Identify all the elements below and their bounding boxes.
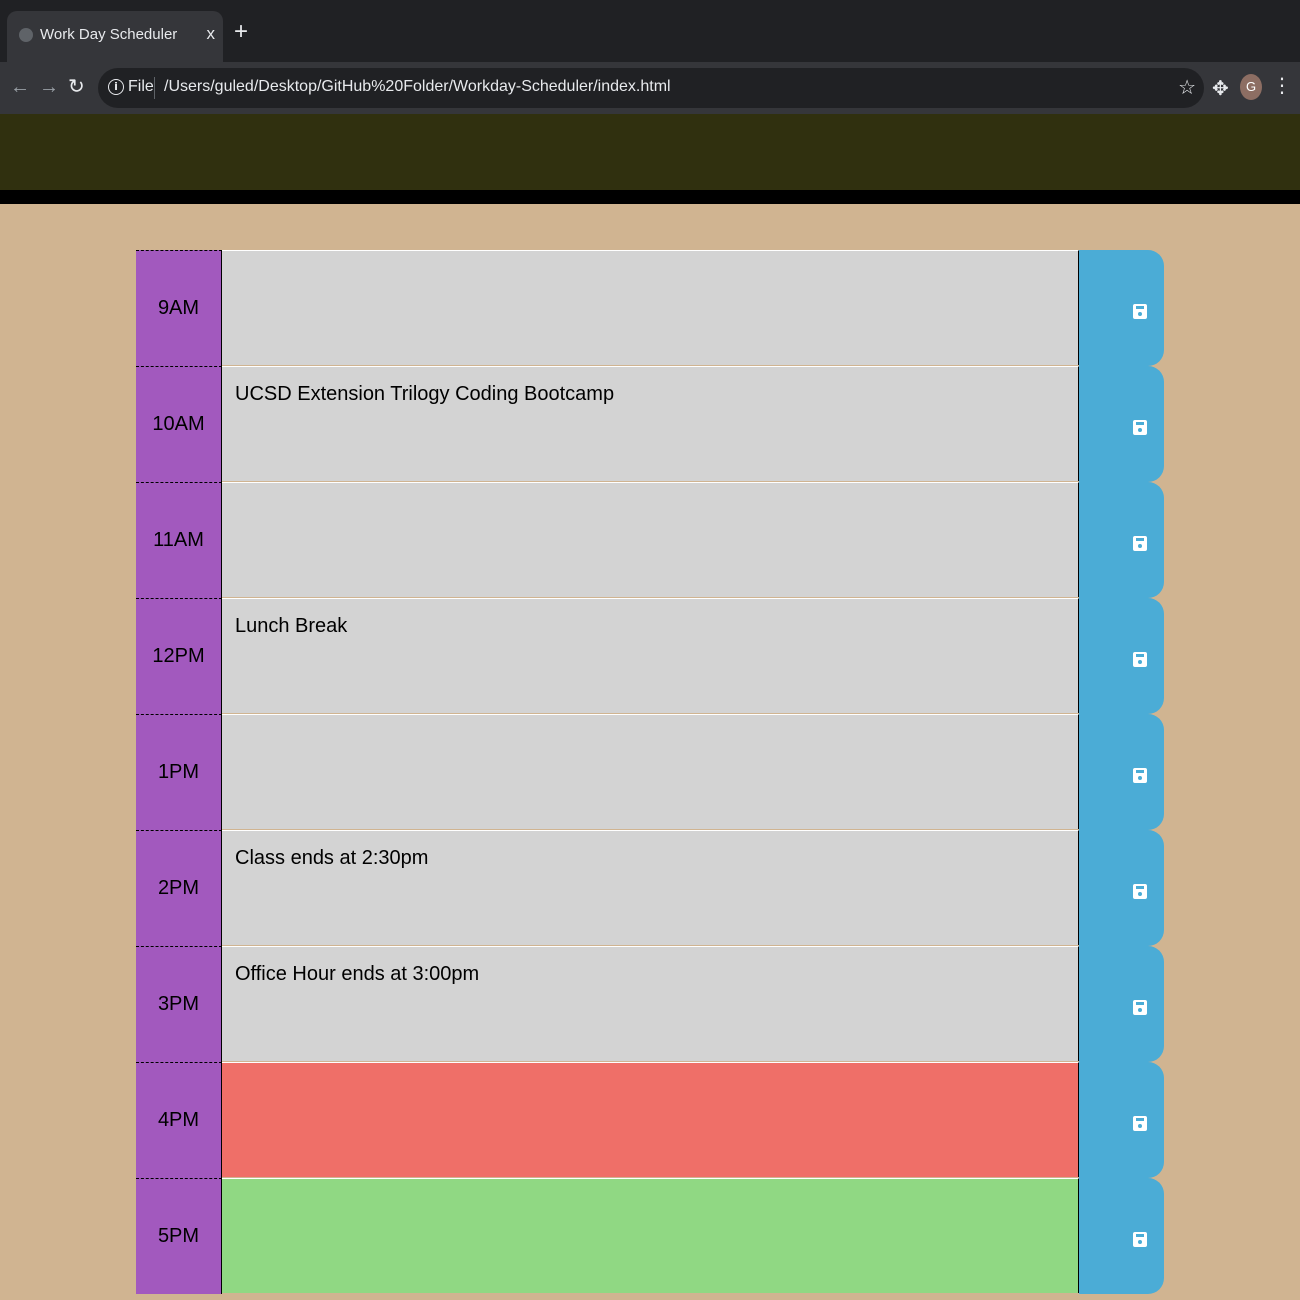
save-icon bbox=[1133, 1000, 1147, 1015]
event-description[interactable] bbox=[222, 1062, 1079, 1177]
time-block-row: 3PM Office Hour ends at 3:00pm bbox=[136, 946, 1166, 1062]
profile-avatar[interactable]: G bbox=[1240, 74, 1262, 100]
time-block-row: 2PM Class ends at 2:30pm bbox=[136, 830, 1166, 946]
save-button[interactable] bbox=[1079, 830, 1164, 946]
browser-tab-bar: Work Day Scheduler x + bbox=[0, 0, 1300, 62]
browser-toolbar: ← → ↻ i File /Users/guled/Desktop/GitHub… bbox=[0, 62, 1300, 114]
event-description[interactable]: Office Hour ends at 3:00pm bbox=[222, 946, 1079, 1061]
event-description[interactable]: UCSD Extension Trilogy Coding Bootcamp bbox=[222, 366, 1079, 481]
header-border bbox=[0, 190, 1300, 204]
time-block-row: 12PM Lunch Break bbox=[136, 598, 1166, 714]
event-description[interactable]: Class ends at 2:30pm bbox=[222, 830, 1079, 945]
hour-label: 3PM bbox=[136, 946, 222, 1062]
time-block-row: 11AM bbox=[136, 482, 1166, 598]
hour-label: 12PM bbox=[136, 598, 222, 714]
save-button[interactable] bbox=[1079, 598, 1164, 714]
forward-arrow-icon[interactable]: → bbox=[39, 76, 59, 98]
event-description[interactable] bbox=[222, 250, 1079, 365]
extensions-puzzle-icon[interactable]: ✥ bbox=[1212, 76, 1229, 101]
new-tab-icon[interactable]: + bbox=[234, 20, 248, 44]
time-block-row: 1PM bbox=[136, 714, 1166, 830]
save-icon bbox=[1133, 768, 1147, 783]
save-icon bbox=[1133, 304, 1147, 319]
hour-label: 5PM bbox=[136, 1178, 222, 1294]
tab-close-icon[interactable]: x bbox=[207, 24, 216, 44]
url-scheme: File bbox=[128, 78, 154, 95]
save-button[interactable] bbox=[1079, 482, 1164, 598]
save-button[interactable] bbox=[1079, 366, 1164, 482]
save-icon bbox=[1133, 1116, 1147, 1131]
event-description[interactable] bbox=[222, 482, 1079, 597]
address-bar[interactable]: i File /Users/guled/Desktop/GitHub%20Fol… bbox=[98, 68, 1204, 108]
save-icon bbox=[1133, 420, 1147, 435]
save-icon bbox=[1133, 1232, 1147, 1247]
back-arrow-icon[interactable]: ← bbox=[10, 76, 30, 98]
address-divider bbox=[154, 77, 155, 99]
time-block-row: 4PM bbox=[136, 1062, 1166, 1178]
hour-label: 4PM bbox=[136, 1062, 222, 1178]
menu-kebab-icon[interactable]: ⋮ bbox=[1272, 73, 1292, 98]
save-button[interactable] bbox=[1079, 946, 1164, 1062]
tab-title: Work Day Scheduler bbox=[40, 26, 178, 43]
save-button[interactable] bbox=[1079, 1178, 1164, 1294]
time-block-row: 5PM bbox=[136, 1178, 1166, 1294]
bookmark-star-icon[interactable]: ☆ bbox=[1178, 75, 1196, 100]
event-description[interactable]: Lunch Break bbox=[222, 598, 1079, 713]
reload-icon[interactable]: ↻ bbox=[68, 76, 85, 98]
save-icon bbox=[1133, 884, 1147, 899]
url-text[interactable]: /Users/guled/Desktop/GitHub%20Folder/Wor… bbox=[164, 78, 671, 96]
time-block-row: 10AM UCSD Extension Trilogy Coding Bootc… bbox=[136, 366, 1166, 482]
save-button[interactable] bbox=[1079, 714, 1164, 830]
info-icon[interactable]: i bbox=[108, 79, 124, 95]
save-button[interactable] bbox=[1079, 250, 1164, 366]
event-description[interactable] bbox=[222, 714, 1079, 829]
hour-label: 1PM bbox=[136, 714, 222, 830]
save-icon bbox=[1133, 536, 1147, 551]
event-description[interactable] bbox=[222, 1178, 1079, 1293]
scheduler-container: 9AM 10AM UCSD Extension Trilogy Coding B… bbox=[136, 250, 1166, 1300]
hour-label: 10AM bbox=[136, 366, 222, 482]
page-header bbox=[0, 114, 1300, 190]
time-block-row: 9AM bbox=[136, 250, 1166, 366]
hour-label: 2PM bbox=[136, 830, 222, 946]
hour-label: 11AM bbox=[136, 482, 222, 598]
browser-tab[interactable]: Work Day Scheduler x bbox=[7, 11, 223, 62]
globe-icon bbox=[19, 28, 33, 42]
save-icon bbox=[1133, 652, 1147, 667]
save-button[interactable] bbox=[1079, 1062, 1164, 1178]
hour-label: 9AM bbox=[136, 250, 222, 366]
